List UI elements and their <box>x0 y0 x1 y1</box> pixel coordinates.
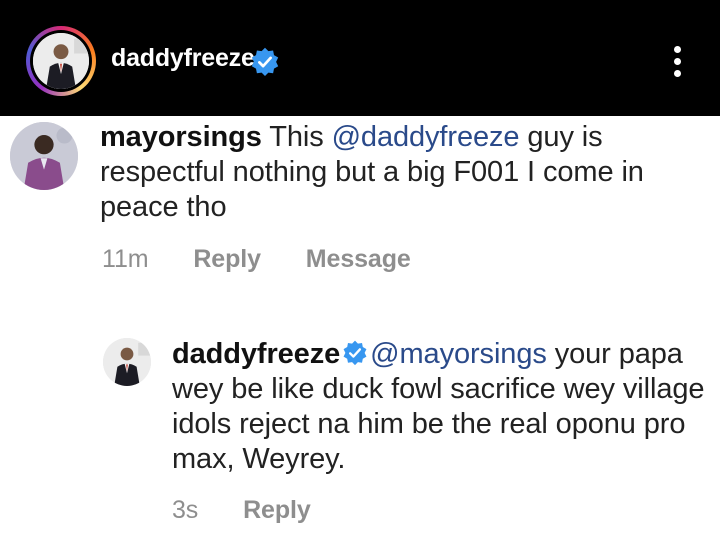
post-header: daddyfreeze <box>0 0 720 116</box>
comment-timestamp: 11m <box>102 245 149 273</box>
reply-mention[interactable]: @mayorsings <box>370 338 547 370</box>
reply-photo-icon <box>103 338 151 386</box>
verified-badge-icon <box>251 47 279 76</box>
commenter-photo-icon <box>10 122 78 190</box>
comment-text-before: This <box>269 121 332 153</box>
comment-username[interactable]: mayorsings <box>100 121 262 153</box>
avatar-border <box>30 30 92 92</box>
reply-timestamp: 3s <box>172 496 199 524</box>
reply-meta: 3s Reply <box>172 496 349 525</box>
verified-badge-icon <box>343 340 367 366</box>
message-button[interactable]: Message <box>306 245 411 274</box>
reply-username[interactable]: daddyfreeze <box>172 338 340 370</box>
profile-avatar-story-ring[interactable] <box>26 26 96 96</box>
avatar <box>33 33 89 89</box>
reply-avatar[interactable] <box>103 338 151 386</box>
comment-text: mayorsings This @daddyfreeze guy is resp… <box>100 120 712 225</box>
comment-mention[interactable]: @daddyfreeze <box>332 121 520 153</box>
profile-photo-icon <box>33 33 89 89</box>
commenter-avatar[interactable] <box>10 122 78 190</box>
reply-button[interactable]: Reply <box>193 245 261 274</box>
reply-text: daddyfreeze @mayorsings your papa wey be… <box>172 337 712 477</box>
comment-meta: 11m Reply Message <box>102 245 449 274</box>
more-vertical-icon[interactable] <box>666 42 688 82</box>
reply-button[interactable]: Reply <box>243 496 311 525</box>
header-username[interactable]: daddyfreeze <box>111 44 255 73</box>
